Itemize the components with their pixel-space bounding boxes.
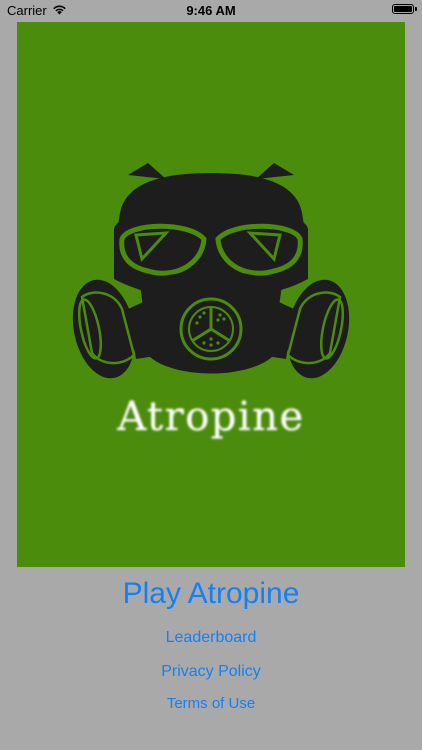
privacy-policy-link[interactable]: Privacy Policy — [0, 662, 422, 682]
play-button[interactable]: Play Atropine — [0, 575, 422, 613]
terms-of-use-link[interactable]: Terms of Use — [0, 694, 422, 714]
status-time: 9:46 AM — [186, 3, 236, 18]
status-bar: Carrier 9:46 AM — [0, 0, 422, 22]
battery-fill — [394, 6, 412, 12]
leaderboard-link[interactable]: Leaderboard — [0, 628, 422, 648]
battery-icon — [392, 4, 417, 14]
gas-mask-icon — [72, 163, 350, 379]
splash-banner: Atropine — [17, 22, 405, 567]
status-right — [392, 4, 417, 14]
logo-text: Atropine — [117, 394, 305, 440]
